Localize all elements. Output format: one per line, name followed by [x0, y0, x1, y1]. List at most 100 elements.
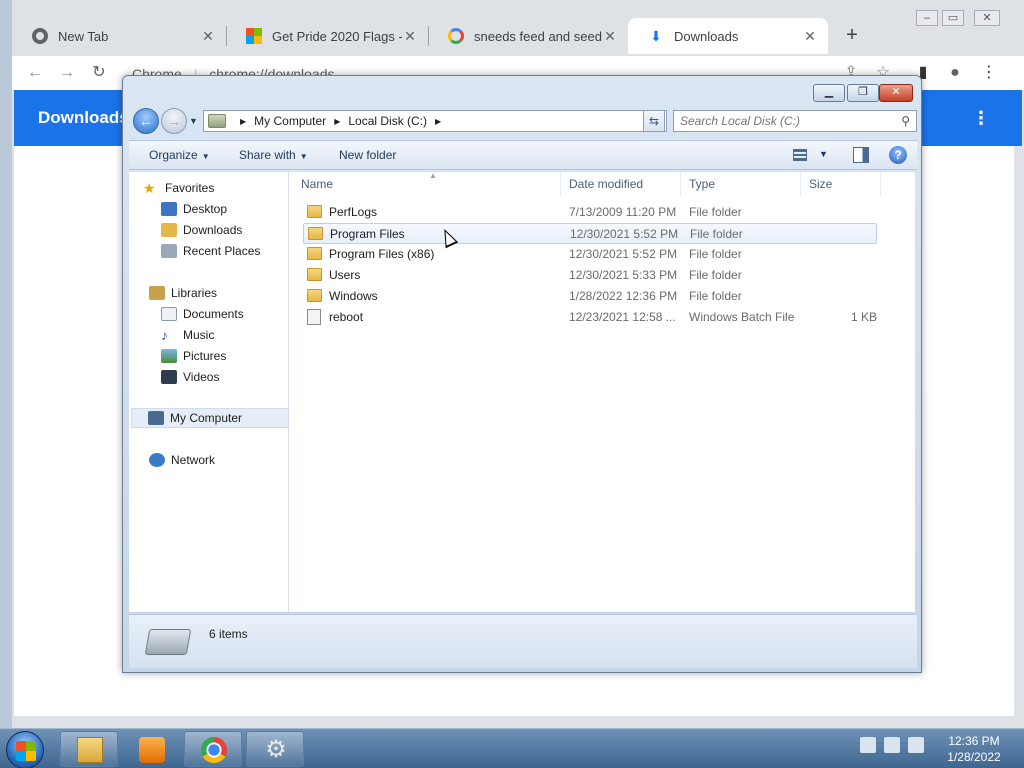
file-name: Program Files [330, 227, 405, 241]
action-center-icon[interactable] [860, 737, 876, 753]
menu-icon[interactable]: ⋮ [978, 62, 1000, 84]
drive-icon [144, 629, 192, 655]
nav-favorites[interactable]: ★ Favorites [143, 178, 301, 198]
file-date: 1/28/2022 12:36 PM [569, 289, 678, 303]
pictures-icon [161, 349, 177, 363]
media-player-icon [139, 737, 165, 763]
help-icon[interactable]: ? [889, 146, 907, 164]
forward-icon[interactable]: → [56, 62, 78, 84]
more-options-icon[interactable]: ⋮ [972, 108, 990, 129]
nav-libraries-label: Libraries [171, 286, 218, 300]
file-row[interactable]: Users 12/30/2021 5:33 PM File folder [303, 265, 877, 286]
folder-icon [307, 268, 322, 281]
back-button[interactable]: ← [133, 108, 159, 134]
tab-downloads[interactable]: ⬇ Downloads ✕ [628, 18, 828, 54]
taskbar: ⚙ 12:36 PM 1/28/2022 [0, 728, 1024, 768]
tab-google-search[interactable]: sneeds feed and seed - G ✕ [428, 18, 628, 54]
breadcrumb-separator[interactable]: ▶ [334, 117, 340, 126]
computer-icon [148, 411, 164, 425]
nav-music-label: Music [183, 328, 215, 342]
tab-pride-flags[interactable]: Get Pride 2020 Flags - Mi ✕ [226, 18, 428, 54]
google-icon [448, 28, 464, 44]
column-header-size[interactable]: Size [801, 172, 881, 196]
nav-recent-places-label: Recent Places [183, 244, 261, 258]
computer-icon [208, 114, 226, 128]
nav-my-computer[interactable]: My Computer [131, 408, 289, 428]
forward-button[interactable]: → [161, 108, 187, 134]
nav-videos-label: Videos [183, 370, 220, 384]
microsoft-icon [246, 28, 262, 44]
command-bar: Organize ▼ Share with ▼ New folder ▼ ? [129, 140, 917, 170]
organize-button[interactable]: Organize ▼ [149, 148, 210, 162]
search-icon[interactable]: ⚲ [901, 114, 910, 128]
recent-pages-dropdown-icon[interactable]: ▼ [189, 116, 198, 126]
network-icon[interactable] [884, 737, 900, 753]
breadcrumb-local-disk[interactable]: Local Disk (C:) [348, 114, 427, 128]
file-type: File folder [690, 227, 743, 241]
file-name: Program Files (x86) [329, 247, 435, 261]
maximize-icon[interactable]: ❐ [847, 84, 879, 102]
close-icon[interactable]: ✕ [879, 84, 913, 102]
close-icon[interactable]: ✕ [402, 28, 418, 45]
file-row[interactable]: Program Files 12/30/2021 5:52 PM File fo… [303, 223, 877, 244]
clock-time: 12:36 PM [948, 734, 1000, 748]
file-list: Name ▲ Date modified Type Size PerfLogs 7… [289, 171, 915, 612]
share-with-button[interactable]: Share with ▼ [239, 148, 308, 162]
minimize-icon[interactable]: – [916, 10, 938, 26]
breadcrumb-separator[interactable]: ▶ [240, 117, 246, 126]
refresh-icon[interactable]: ⇆ [643, 110, 665, 132]
nav-pictures-label: Pictures [183, 349, 227, 363]
back-icon[interactable]: ← [24, 62, 46, 84]
breadcrumb-separator[interactable]: ▶ [435, 117, 441, 126]
profile-icon[interactable]: ● [944, 62, 966, 84]
file-row[interactable]: PerfLogs 7/13/2009 11:20 PM File folder [303, 202, 877, 223]
volume-icon[interactable] [908, 737, 924, 753]
start-button[interactable] [6, 731, 44, 768]
view-options-icon[interactable] [793, 149, 807, 161]
recent-places-icon [161, 244, 177, 258]
downloads-folder-icon [161, 223, 177, 237]
taskbar-explorer[interactable] [60, 731, 118, 767]
taskbar-media-player[interactable] [122, 731, 180, 767]
close-icon[interactable]: ✕ [602, 28, 618, 45]
search-input[interactable] [674, 111, 884, 131]
file-row[interactable]: Program Files (x86) 12/30/2021 5:52 PM F… [303, 244, 877, 265]
column-header-type[interactable]: Type [681, 172, 801, 196]
music-icon: ♪ [161, 327, 168, 343]
preview-pane-icon[interactable] [853, 147, 869, 163]
address-bar[interactable]: ▶ My Computer ▶ Local Disk (C:) ▶ ▼ [203, 110, 667, 132]
column-header-name[interactable]: Name ▲ [293, 171, 561, 196]
file-date: 12/30/2021 5:52 PM [569, 247, 678, 261]
new-tab-button[interactable]: + [842, 24, 862, 47]
close-window-icon[interactable]: ✕ [974, 10, 1000, 26]
nav-network[interactable]: Network [149, 450, 307, 470]
address-row: ← → ▼ ▶ My Computer ▶ Local Disk (C:) ▶ … [131, 108, 917, 134]
clock[interactable]: 12:36 PM 1/28/2022 [934, 733, 1014, 765]
navigation-pane: ★ Favorites Desktop Downloads Recent Plac… [129, 172, 289, 612]
close-icon[interactable]: ✕ [200, 28, 216, 45]
column-header-date[interactable]: Date modified [561, 172, 681, 196]
breadcrumb-my-computer[interactable]: My Computer [254, 114, 326, 128]
chevron-down-icon[interactable]: ▼ [819, 149, 828, 159]
search-box[interactable]: ⚲ [673, 110, 917, 132]
close-icon[interactable]: ✕ [802, 28, 818, 45]
minimize-icon[interactable]: ▁ [813, 84, 845, 102]
star-icon: ★ [143, 180, 156, 196]
chevron-down-icon: ▼ [299, 152, 308, 161]
system-tray [860, 737, 940, 761]
file-date: 12/23/2021 12:58 ... [569, 310, 676, 324]
file-date: 7/13/2009 11:20 PM [569, 205, 677, 219]
taskbar-settings[interactable]: ⚙ [246, 731, 304, 767]
new-folder-button[interactable]: New folder [339, 148, 396, 162]
tab-new-tab[interactable]: New Tab ✕ [12, 18, 226, 54]
maximize-icon[interactable]: ▭ [942, 10, 964, 26]
file-row[interactable]: reboot 12/23/2021 12:58 ... Windows Batc… [303, 307, 877, 328]
file-type: File folder [689, 247, 742, 261]
file-date: 12/30/2021 5:33 PM [569, 268, 678, 282]
taskbar-chrome[interactable] [184, 731, 242, 767]
file-row[interactable]: Windows 1/28/2022 12:36 PM File folder [303, 286, 877, 307]
nav-libraries[interactable]: Libraries [149, 283, 307, 303]
clock-date: 1/28/2022 [947, 750, 1001, 764]
documents-icon [161, 307, 177, 321]
reload-icon[interactable]: ↻ [88, 62, 110, 84]
